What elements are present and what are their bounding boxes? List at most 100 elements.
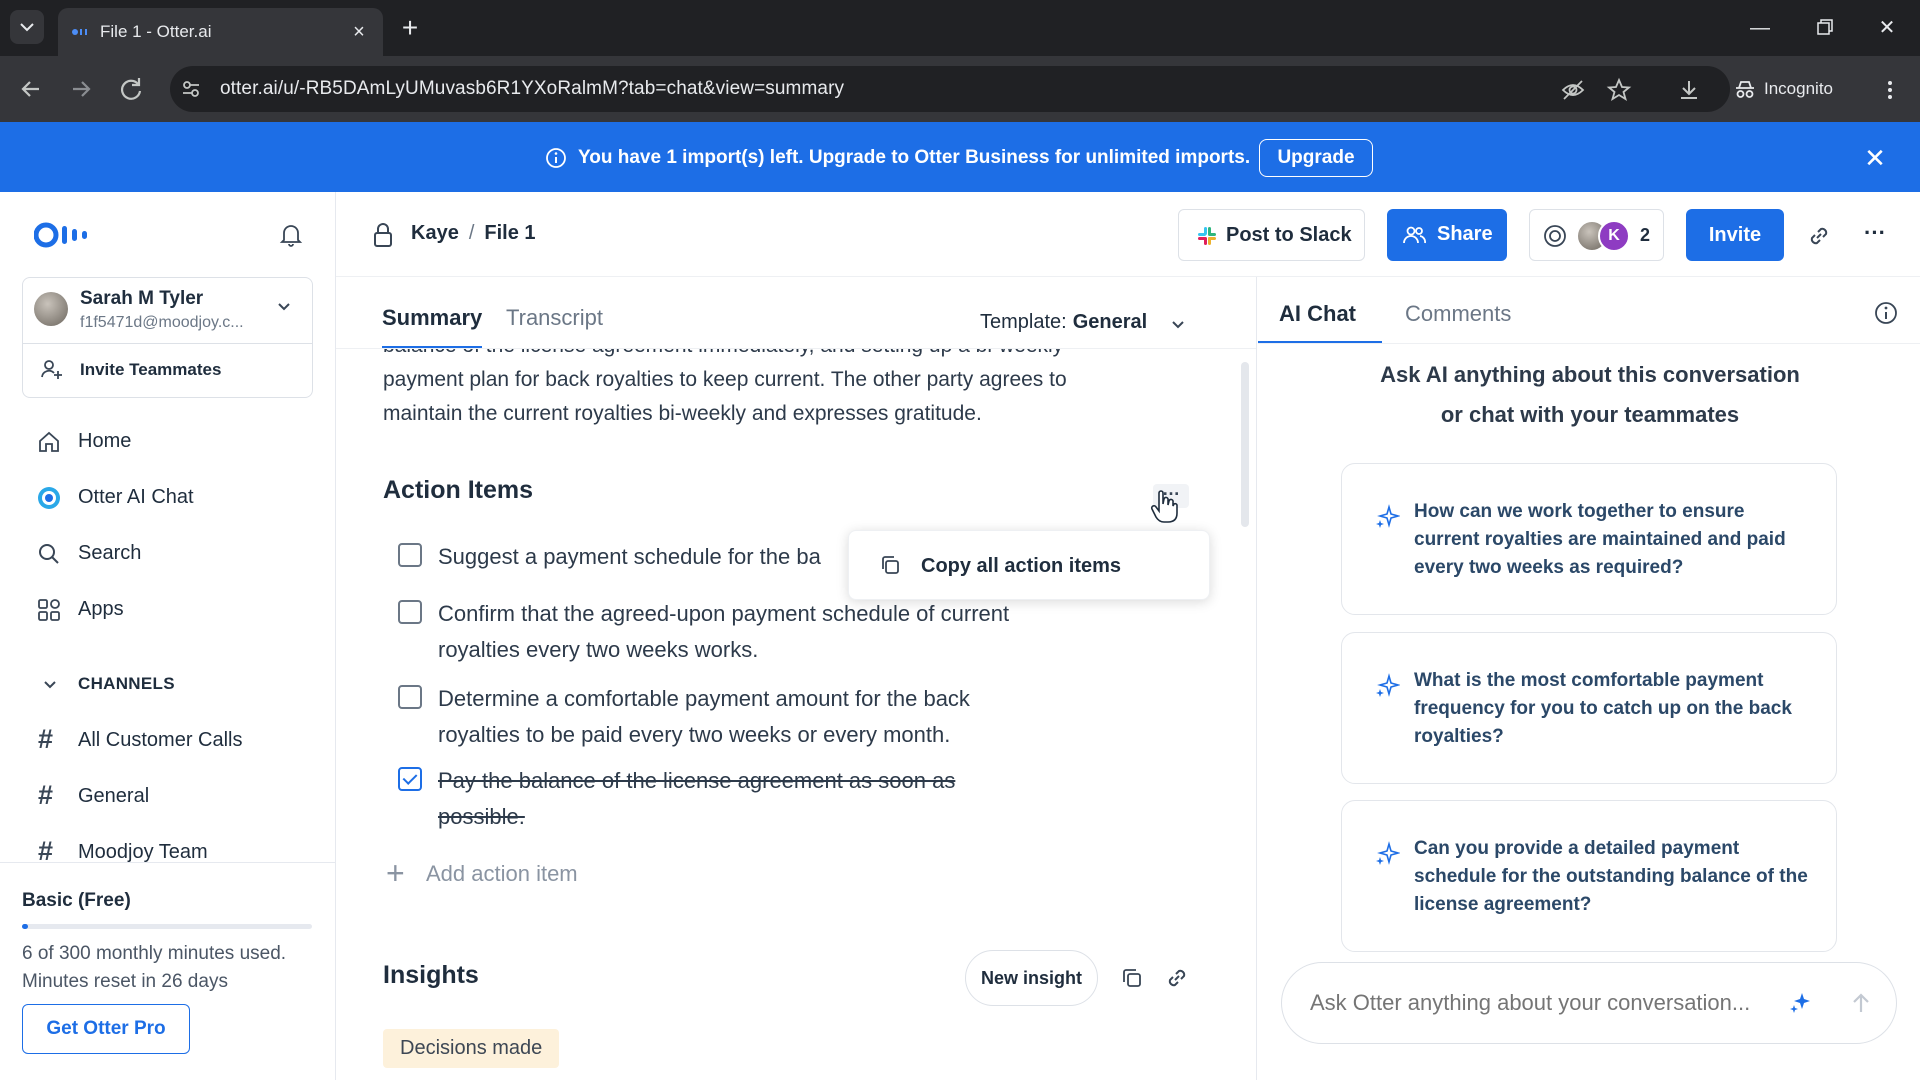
banner-upgrade-button[interactable]: Upgrade (1259, 139, 1373, 177)
action-items-dropdown-menu: Copy all action items (848, 530, 1210, 600)
reload-button[interactable] (114, 72, 148, 106)
decisions-made-chip[interactable]: Decisions made (383, 1029, 560, 1068)
restore-window-button[interactable] (1803, 12, 1843, 44)
sidebar-item-home[interactable]: Home (36, 421, 316, 461)
channel-item[interactable]: # General (38, 776, 318, 816)
download-icon[interactable] (1676, 77, 1702, 103)
sidebar-item-label: Otter AI Chat (78, 486, 194, 508)
sparkle-icon (1789, 991, 1811, 1013)
ai-chat-intro: Ask AI anything about this conversation … (1300, 355, 1880, 435)
incognito-icon (1736, 81, 1754, 98)
tab-close-icon[interactable]: × (347, 20, 371, 44)
tab-comments[interactable]: Comments (1405, 301, 1511, 327)
close-window-button[interactable]: ✕ (1867, 12, 1907, 44)
hand-cursor-icon (1150, 490, 1178, 523)
copy-icon (882, 556, 899, 574)
get-otter-pro-button[interactable]: Get Otter Pro (22, 1004, 190, 1054)
add-person-icon (39, 357, 63, 381)
avatar-initial: K (1598, 220, 1630, 252)
breadcrumb-file[interactable]: File 1 (484, 222, 535, 244)
sidebar-item-otter-ai-chat[interactable]: Otter AI Chat (36, 477, 316, 517)
channel-item[interactable]: # All Customer Calls (38, 720, 318, 760)
suggested-question-text: Can you provide a detailed payment sched… (1414, 838, 1808, 915)
action-item-text[interactable]: Confirm that the agreed-upon payment sch… (438, 596, 1078, 668)
more-options-icon[interactable]: ··· (1862, 222, 1888, 248)
action-item-checkbox[interactable] (398, 600, 422, 624)
forward-button[interactable] (64, 72, 98, 106)
copy-all-action-items-menu-item[interactable]: Copy all action items (921, 555, 1121, 578)
summary-line: maintain the current royalties bi-weekly… (383, 402, 982, 425)
channels-section-title[interactable]: CHANNELS (78, 674, 175, 694)
collaborators-button[interactable]: K 2 (1529, 209, 1664, 261)
tab-summary[interactable]: Summary (382, 305, 482, 331)
slack-icon (1198, 227, 1216, 245)
link-icon[interactable] (1806, 223, 1832, 249)
sidebar-item-search[interactable]: Search (36, 533, 316, 573)
sidebar-item-label: Home (78, 430, 132, 452)
copy-icon[interactable] (1120, 966, 1144, 990)
action-items-title: Action Items (383, 476, 534, 504)
template-select[interactable]: Template: General (980, 311, 1147, 334)
new-tab-button[interactable]: + (395, 14, 425, 44)
incognito-label: Incognito (1764, 79, 1833, 98)
sidebar-item-apps[interactable]: Apps (36, 589, 316, 629)
action-item: Pay the balance of the license agreement… (398, 763, 1078, 835)
channel-label: General (78, 785, 150, 807)
add-action-item-button[interactable]: + Add action item (386, 857, 1186, 895)
plan-usage-text: 6 of 300 monthly minutes used. Minutes r… (22, 940, 286, 996)
invite-teammates-link[interactable]: Invite Teammates (80, 360, 221, 380)
user-name: Sarah M Tyler (80, 288, 204, 309)
info-icon (545, 147, 567, 169)
site-info-icon[interactable] (180, 78, 202, 100)
share-button[interactable]: Share (1387, 209, 1507, 261)
chevron-down-icon[interactable] (276, 298, 292, 314)
tab-search-button[interactable] (10, 10, 44, 44)
chevron-down-icon[interactable] (1170, 316, 1186, 332)
home-icon (39, 431, 59, 452)
arrow-right-icon (73, 81, 91, 97)
breadcrumb-owner[interactable]: Kaye (411, 222, 459, 244)
breadcrumb: Kaye / File 1 (411, 222, 536, 245)
incognito-indicator[interactable]: Incognito (1722, 66, 1860, 112)
ai-chat-intro-line: Ask AI anything about this conversation (1380, 362, 1800, 387)
action-item-checkbox-checked[interactable] (398, 767, 422, 791)
apps-icon (38, 599, 60, 621)
action-item-checkbox[interactable] (398, 685, 422, 709)
action-item-text[interactable]: Determine a comfortable payment amount f… (438, 681, 1038, 753)
tab-ai-chat[interactable]: AI Chat (1279, 301, 1356, 327)
ai-chat-intro-line: or chat with your teammates (1440, 402, 1740, 427)
sidebar-item-label: Search (78, 542, 142, 564)
reload-icon (120, 78, 142, 100)
scrollbar[interactable] (1241, 362, 1249, 527)
action-item-text[interactable]: Pay the balance of the license agreement… (438, 763, 1018, 835)
bookmark-star-icon[interactable] (1606, 77, 1632, 103)
channel-label: All Customer Calls (78, 729, 243, 751)
chevron-down-icon[interactable] (42, 676, 58, 692)
link-icon[interactable] (1165, 966, 1189, 990)
banner-message: You have 1 import(s) left. Upgrade to Ot… (578, 147, 1251, 168)
suggested-question-card[interactable]: Can you provide a detailed payment sched… (1341, 800, 1837, 952)
browser-menu-icon[interactable] (1877, 77, 1903, 103)
banner-close-icon[interactable]: ✕ (1862, 145, 1888, 171)
info-icon[interactable] (1873, 300, 1899, 326)
suggested-question-card[interactable]: What is the most comfortable payment fre… (1341, 632, 1837, 784)
sidebar-item-label: Apps (78, 598, 124, 620)
tab-transcript[interactable]: Transcript (506, 305, 603, 331)
new-insight-button[interactable]: New insight (965, 950, 1098, 1006)
back-button[interactable] (14, 72, 48, 106)
eye-off-icon[interactable] (1560, 77, 1586, 103)
invite-button[interactable]: Invite (1686, 209, 1784, 261)
send-button[interactable] (1844, 986, 1878, 1020)
browser-tab-active[interactable]: File 1 - Otter.ai × (58, 8, 383, 56)
otter-logo[interactable] (34, 222, 102, 248)
action-item-checkbox[interactable] (398, 543, 422, 567)
post-to-slack-button[interactable]: Post to Slack (1178, 209, 1365, 261)
summary-line: payment plan for back royalties to keep … (383, 368, 1067, 391)
notifications-bell-icon[interactable] (278, 222, 304, 248)
suggested-question-card[interactable]: How can we work together to ensure curre… (1341, 463, 1837, 615)
otter-favicon-icon (72, 29, 87, 35)
people-icon (1403, 226, 1426, 244)
minimize-window-button[interactable]: — (1740, 12, 1780, 44)
ask-otter-input[interactable] (1310, 990, 1785, 1016)
sparkle-icon (1376, 841, 1400, 865)
